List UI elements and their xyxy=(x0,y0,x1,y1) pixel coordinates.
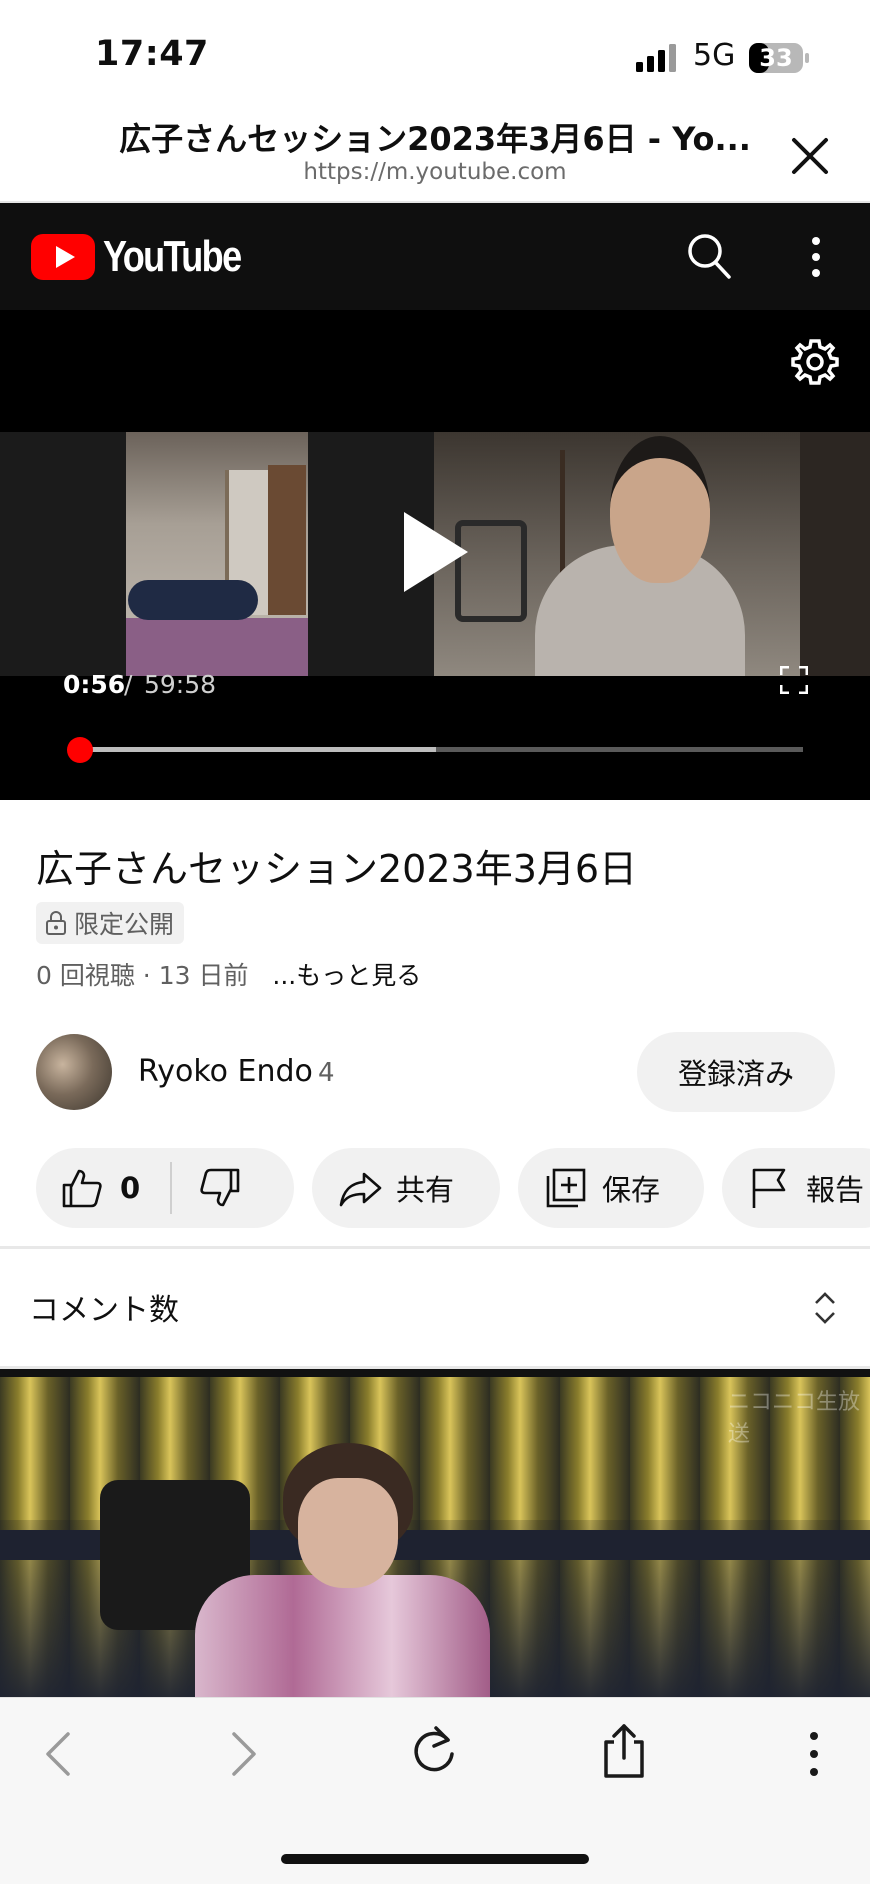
status-time: 17:47 xyxy=(95,34,209,74)
browser-url: https://m.youtube.com xyxy=(303,159,567,185)
network-type: 5G xyxy=(693,38,736,73)
youtube-logo[interactable]: YouTube xyxy=(31,232,271,282)
progress-buffered xyxy=(68,747,436,752)
battery-level: 33 xyxy=(759,44,793,72)
more-vertical-icon[interactable] xyxy=(802,1728,826,1780)
right-shadow xyxy=(800,432,870,676)
more-vertical-icon[interactable] xyxy=(802,234,830,280)
channel-name[interactable]: Ryoko Endo xyxy=(138,1054,313,1089)
save-label: 保存 xyxy=(602,1173,661,1207)
report-button[interactable]: 報告 xyxy=(722,1148,870,1228)
share-label: 共有 xyxy=(396,1173,455,1207)
visibility-badge: 限定公開 xyxy=(36,902,185,944)
time-separator: / xyxy=(124,670,133,699)
share-icon[interactable] xyxy=(598,1722,650,1780)
forward-icon[interactable] xyxy=(226,1728,262,1780)
battery-icon: 33 xyxy=(748,42,810,74)
dislike-button[interactable] xyxy=(172,1166,242,1210)
subscriber-count: 4 xyxy=(318,1058,335,1088)
yoga-mat xyxy=(126,618,308,676)
avatar[interactable] xyxy=(36,1034,112,1110)
video-meta: 0 回視聴 · 13 日前 ...もっと見る xyxy=(36,956,421,992)
youtube-logo-text: YouTube xyxy=(103,232,242,281)
room-curtain xyxy=(268,465,306,615)
add-to-playlist-icon xyxy=(546,1168,586,1208)
woman-head xyxy=(610,436,710,583)
youtube-play-logo-icon xyxy=(31,234,95,280)
play-icon[interactable] xyxy=(400,510,470,594)
thumbs-up-icon xyxy=(62,1169,102,1208)
share-arrow-icon xyxy=(339,1172,382,1207)
gear-icon[interactable] xyxy=(790,337,840,387)
expand-toggle-icon[interactable] xyxy=(812,1290,838,1326)
performer-body xyxy=(195,1575,490,1697)
more-link[interactable]: ...もっと見る xyxy=(272,961,421,990)
views-and-date: 0 回視聴 · 13 日前 xyxy=(36,961,249,990)
comments-divider xyxy=(0,1246,870,1249)
report-label: 報告 xyxy=(806,1173,865,1207)
back-icon[interactable] xyxy=(40,1728,76,1780)
broadcast-watermark: ニコニコ生放送 xyxy=(728,1390,861,1447)
close-icon[interactable] xyxy=(782,128,838,184)
reload-icon[interactable] xyxy=(408,1722,460,1778)
flag-icon xyxy=(752,1168,786,1208)
save-button[interactable]: 保存 xyxy=(518,1148,704,1228)
thumbnail-border xyxy=(0,1369,870,1377)
like-dislike-group: 0 xyxy=(36,1148,294,1228)
performer-face xyxy=(298,1478,398,1588)
video-title: 広子さんセッション2023年3月6日 xyxy=(36,847,638,891)
current-time: 0:56 xyxy=(63,670,126,699)
search-icon[interactable] xyxy=(686,232,732,280)
share-button[interactable]: 共有 xyxy=(312,1148,500,1228)
comments-header[interactable]: コメント数 xyxy=(29,1285,179,1329)
progress-scrubber[interactable] xyxy=(66,737,93,763)
signal-bars-icon xyxy=(636,44,676,72)
visibility-label: 限定公開 xyxy=(74,910,175,939)
thumbs-down-icon xyxy=(200,1168,240,1207)
person-lying xyxy=(128,580,258,620)
like-count: 0 xyxy=(120,1171,141,1205)
browser-page-title: 広子さんセッション2023年3月6日 - Yo... xyxy=(119,120,751,158)
subscribe-button[interactable]: 登録済み xyxy=(637,1032,835,1112)
video-duration: 59:58 xyxy=(144,670,217,699)
lock-icon xyxy=(46,911,66,935)
like-button[interactable]: 0 xyxy=(36,1166,140,1210)
fullscreen-icon[interactable] xyxy=(780,666,808,694)
home-indicator xyxy=(281,1854,589,1864)
